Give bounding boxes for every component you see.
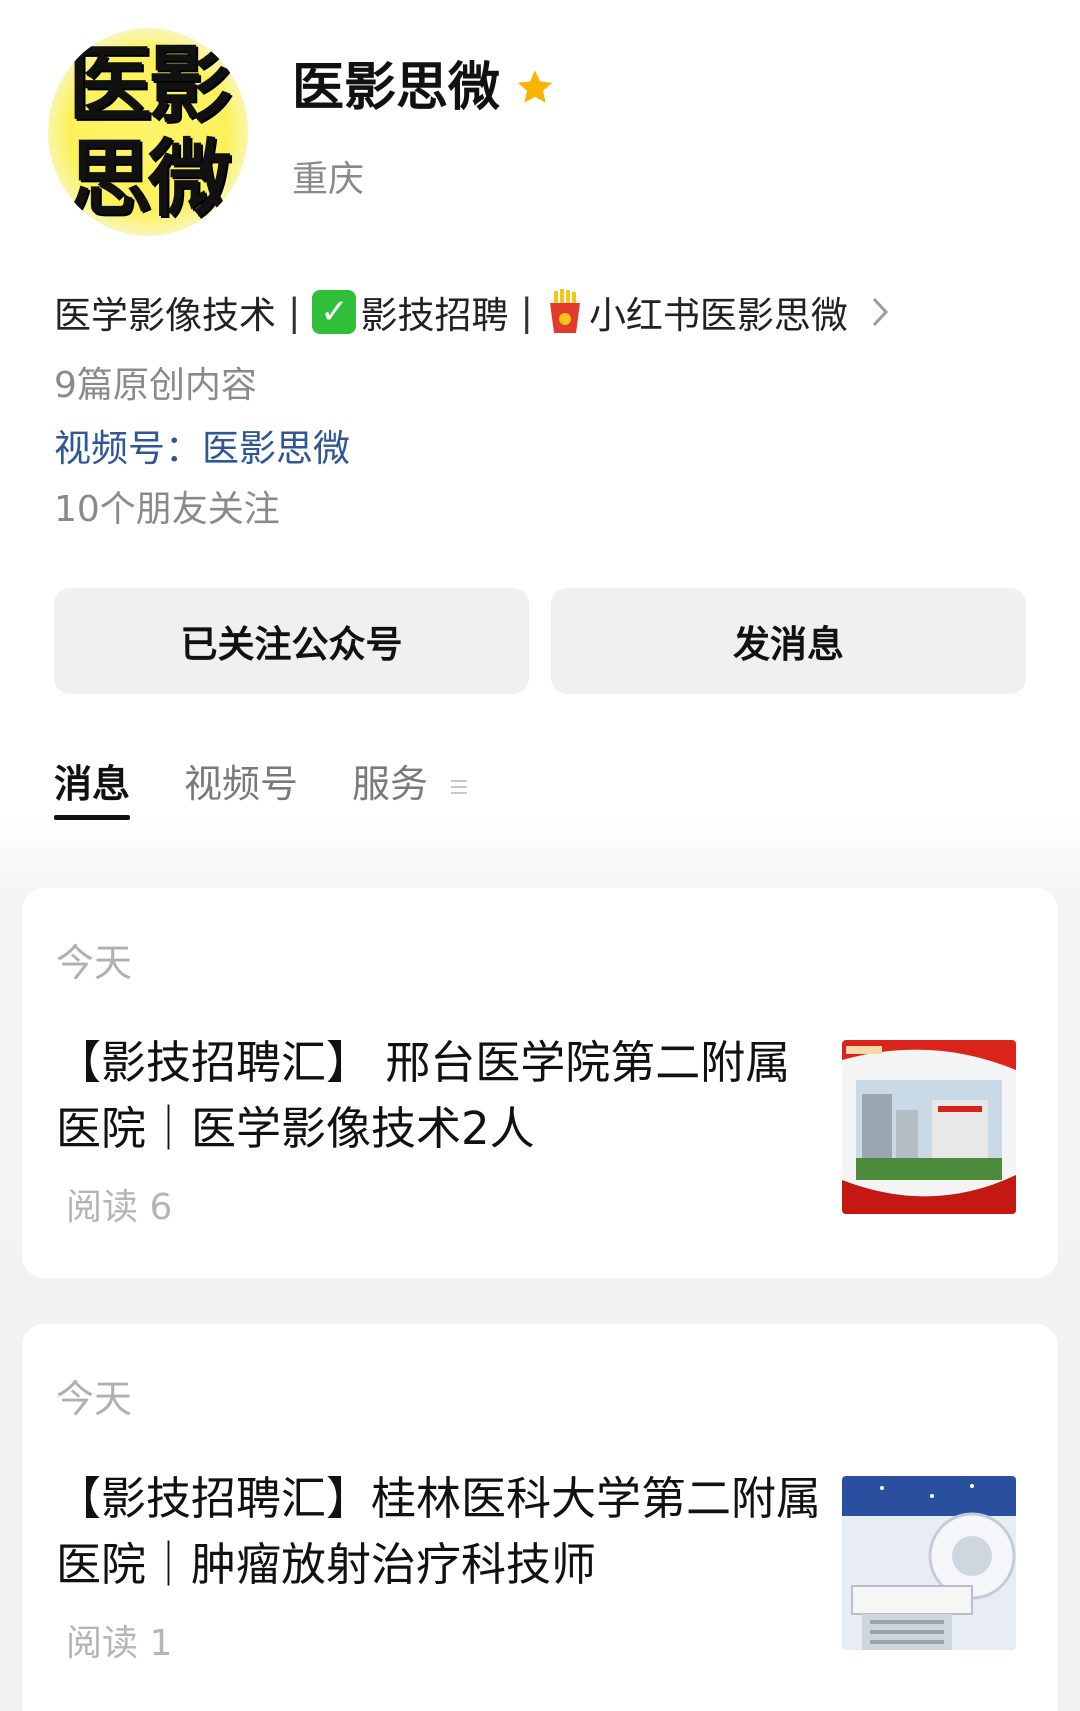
article-thumbnail-image[interactable] [842,1476,1016,1650]
original-content-count[interactable]: 9篇原创内容 [54,356,257,408]
chevron-right-icon[interactable] [870,295,890,329]
avatar[interactable]: 医影 思微 [48,28,248,236]
article-date: 今天 [56,941,133,985]
official-account-profile-page: 医影 思微 医影思微 重庆 医学影像技术 | ✓ 影技招聘 | 小红书医影思微 … [0,0,1080,1711]
bio-part-3: 小红书医影思微 [588,294,848,337]
article-title[interactable]: 【影技招聘汇】 邢台医学院第二附属医院｜医学影像技术2人 [56,1030,826,1162]
article-card[interactable]: 今天 【影技招聘汇】桂林医科大学第二附属医院｜肿瘤放射治疗科技师 阅读 1 [22,1324,1058,1711]
video-channel-link[interactable]: 视频号：医影思微 [54,418,350,472]
bio-separator-1: | [288,290,301,334]
check-icon: ✓ [312,290,357,334]
star-icon [517,70,553,103]
account-bio[interactable]: 医学影像技术 | ✓ 影技招聘 | 小红书医影思微 [54,284,1034,340]
menu-lines-icon [451,779,468,794]
avatar-logo-line-2: 思微 [67,130,232,228]
article-read-count: 阅读 1 [66,1623,173,1664]
article-thumbnail-image[interactable] [842,1040,1016,1214]
tab-video-channel[interactable]: 视频号 [184,756,298,820]
tab-services-label: 服务 [352,762,429,806]
article-read-count: 阅读 6 [66,1187,173,1228]
account-name-text: 医影思微 [292,58,501,118]
avatar-logo-line-1: 医影 [67,36,232,134]
send-message-button[interactable]: 发消息 [551,588,1026,694]
tab-services[interactable]: 服务 [352,756,468,820]
profile-tabs: 消息 视频号 服务 [54,756,522,826]
followed-account-button[interactable]: 已关注公众号 [54,588,529,694]
bio-part-2: 影技招聘 [360,294,509,337]
account-name: 医影思微 [292,52,556,124]
account-location: 重庆 [292,159,365,200]
bio-part-1: 医学影像技术 [54,294,276,337]
tab-messages[interactable]: 消息 [54,756,131,820]
article-card[interactable]: 今天 【影技招聘汇】 邢台医学院第二附属医院｜医学影像技术2人 阅读 6 [22,888,1058,1278]
tab-messages-label: 消息 [54,762,131,806]
friends-following-count[interactable]: 10个朋友关注 [54,480,280,532]
bio-separator-2: | [520,290,533,334]
fries-icon [549,289,580,333]
tab-video-channel-label: 视频号 [184,762,299,806]
article-title[interactable]: 【影技招聘汇】桂林医科大学第二附属医院｜肿瘤放射治疗科技师 [56,1466,826,1598]
article-date: 今天 [56,1377,133,1421]
